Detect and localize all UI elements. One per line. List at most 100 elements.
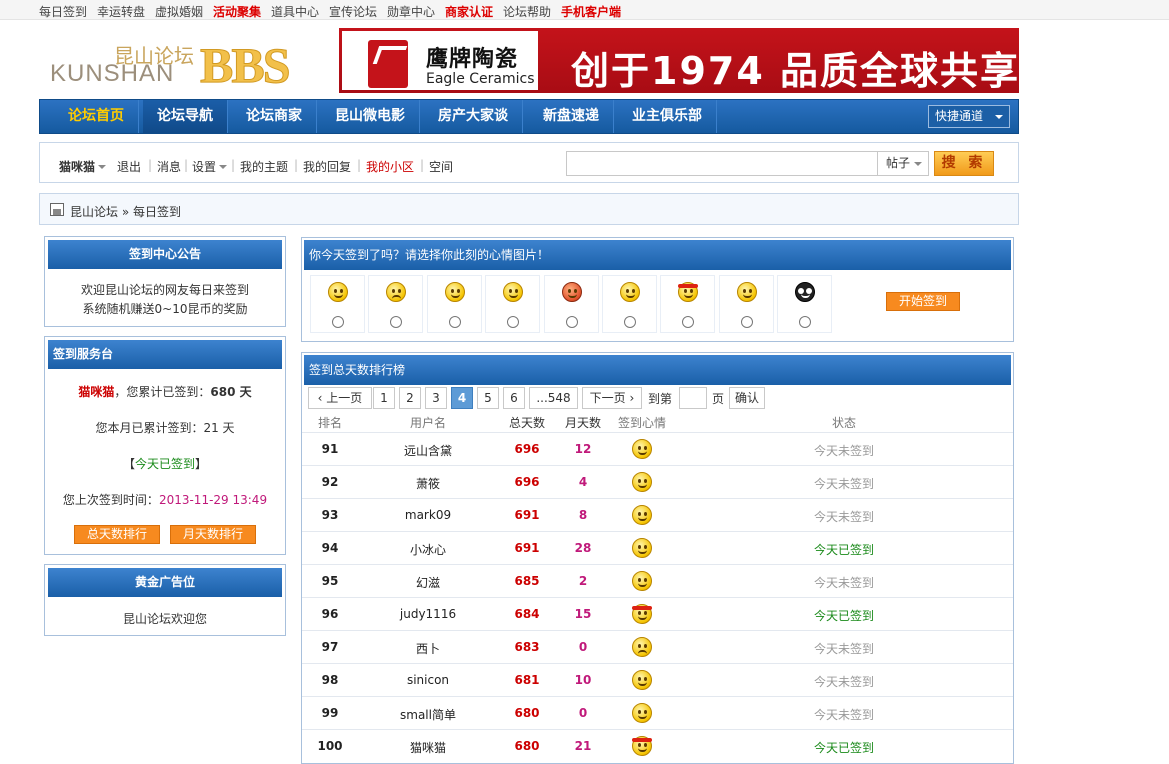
mood-option[interactable] bbox=[310, 275, 365, 333]
mood-radio[interactable] bbox=[799, 316, 812, 328]
last-page-button[interactable]: ...548 bbox=[529, 387, 578, 409]
my-replies-link[interactable]: 我的回复 bbox=[303, 158, 351, 175]
goto-page-input[interactable] bbox=[679, 387, 707, 409]
start-signin-button[interactable]: 开始签到 bbox=[886, 292, 960, 311]
month-ranking-button[interactable]: 月天数排行 bbox=[170, 525, 256, 544]
page-button[interactable]: 2 bbox=[399, 387, 421, 409]
search-type-select[interactable]: 帖子 bbox=[878, 151, 929, 176]
mood-option[interactable] bbox=[543, 275, 599, 333]
smile-icon bbox=[632, 571, 652, 591]
username-menu[interactable]: 猫咪猫 bbox=[59, 158, 107, 175]
ad-title: 黄金广告位 bbox=[48, 568, 282, 597]
confirm-page-button[interactable]: 确认 bbox=[729, 387, 765, 409]
rank-cell: 94 bbox=[321, 541, 339, 555]
notice-box: 签到中心公告 欢迎昆山论坛的网友每日来签到 系统随机赚送0~10昆币的奖励 bbox=[44, 236, 286, 327]
ranking-row: 96 judy1116 684 15 今天已签到 bbox=[302, 597, 1013, 630]
ranking-row: 97 西卜 683 0 今天未签到 bbox=[302, 630, 1013, 663]
space-link[interactable]: 空间 bbox=[429, 158, 453, 175]
mood-option[interactable] bbox=[660, 275, 716, 333]
nav-item-home[interactable]: 论坛首页 bbox=[54, 100, 139, 133]
home-icon[interactable] bbox=[50, 203, 64, 216]
quick-access-dropdown[interactable]: 快捷通道 bbox=[928, 105, 1010, 128]
top-link[interactable]: 每日签到 bbox=[39, 3, 87, 20]
next-page-button[interactable]: 下一页 › bbox=[582, 387, 642, 409]
top-link[interactable]: 勋章中心 bbox=[387, 3, 435, 20]
mood-radio[interactable] bbox=[332, 316, 344, 328]
username-cell[interactable]: 远山含黛 bbox=[378, 442, 478, 459]
nav-item-owners-club[interactable]: 业主俱乐部 bbox=[618, 100, 717, 133]
caret-down-icon bbox=[914, 162, 922, 166]
nav-item-merchants[interactable]: 论坛商家 bbox=[232, 100, 317, 133]
prev-page-button[interactable]: ‹ 上一页 bbox=[308, 387, 372, 409]
page-button[interactable]: 1 bbox=[373, 387, 395, 409]
mood-option[interactable] bbox=[718, 275, 774, 333]
my-district-link[interactable]: 我的小区 bbox=[366, 158, 414, 175]
sleepy-icon bbox=[503, 282, 524, 302]
fighting-icon bbox=[632, 604, 652, 624]
nav-item-realestate[interactable]: 房产大家谈 bbox=[424, 100, 523, 133]
mood-option[interactable] bbox=[777, 275, 833, 333]
divider: | bbox=[294, 158, 299, 172]
logout-link[interactable]: 退出 bbox=[117, 158, 141, 175]
username-cell[interactable]: sinicon bbox=[378, 673, 478, 687]
nav-item-guide[interactable]: 论坛导航 bbox=[143, 100, 228, 133]
nav-item-new-homes[interactable]: 新盘速递 bbox=[529, 100, 614, 133]
mood-option[interactable] bbox=[426, 275, 482, 333]
mood-radio[interactable] bbox=[565, 316, 578, 328]
breadcrumb-home[interactable]: 昆山论坛 bbox=[70, 205, 118, 219]
top-link[interactable]: 虚拟婚姻 bbox=[155, 3, 203, 20]
username-cell[interactable]: 猫咪猫 bbox=[378, 739, 478, 756]
status-cell: 今天未签到 bbox=[813, 444, 874, 458]
site-logo[interactable]: 昆山论坛 KUNSHAN BBS bbox=[48, 37, 310, 94]
current-page-button[interactable]: 4 bbox=[451, 387, 473, 409]
caret-down-icon bbox=[98, 165, 107, 169]
search-button[interactable]: 搜 索 bbox=[934, 151, 994, 176]
total-days-text: 猫咪猫，您累计已签到：680 天 bbox=[45, 383, 285, 400]
page-button[interactable]: 3 bbox=[425, 387, 447, 409]
total-days: 680 天 bbox=[210, 385, 252, 399]
username-cell[interactable]: judy1116 bbox=[378, 607, 478, 621]
top-link[interactable]: 活动聚集 bbox=[213, 3, 261, 20]
mood-radio[interactable] bbox=[507, 316, 520, 328]
service-title: 签到服务台 bbox=[48, 340, 282, 369]
messages-link[interactable]: 消息 bbox=[157, 158, 181, 175]
mood-radio[interactable] bbox=[390, 316, 403, 328]
goto-prefix: 到第 bbox=[648, 392, 673, 406]
mood-radio[interactable] bbox=[682, 316, 695, 328]
chevron-down-icon bbox=[995, 115, 1003, 119]
username-cell[interactable]: 西卜 bbox=[378, 640, 478, 657]
total-ranking-button[interactable]: 总天数排行 bbox=[74, 525, 160, 544]
username-cell[interactable]: mark09 bbox=[378, 508, 478, 522]
mood-radio[interactable] bbox=[448, 316, 461, 328]
total-days-cell: 691 bbox=[514, 541, 540, 555]
page-button[interactable]: 6 bbox=[503, 387, 525, 409]
top-link[interactable]: 宣传论坛 bbox=[329, 3, 377, 20]
mood-option[interactable] bbox=[602, 275, 657, 333]
top-link[interactable]: 道具中心 bbox=[271, 3, 319, 20]
my-threads-link[interactable]: 我的主题 bbox=[240, 158, 288, 175]
logo-en: KUNSHAN bbox=[50, 60, 175, 87]
quick-access-label: 快捷通道 bbox=[935, 109, 984, 123]
settings-menu[interactable]: 设置 bbox=[192, 158, 228, 175]
mood-option[interactable] bbox=[485, 275, 541, 333]
page-button[interactable]: 5 bbox=[477, 387, 499, 409]
username-cell[interactable]: 幻滋 bbox=[378, 574, 478, 591]
username-cell[interactable]: 小冰心 bbox=[378, 541, 478, 558]
total-days-cell: 683 bbox=[514, 640, 540, 654]
username-cell[interactable]: 萧筱 bbox=[378, 475, 478, 492]
username-cell[interactable]: small简单 bbox=[378, 706, 478, 723]
ad-banner[interactable]: 鹰牌陶瓷 Eagle Ceramics 创于1974 品质全球共享 bbox=[339, 28, 1019, 93]
total-days-cell: 680 bbox=[514, 706, 540, 720]
goto-suffix: 页 bbox=[712, 392, 725, 406]
crying-icon bbox=[444, 282, 465, 302]
nav-item-micro-film[interactable]: 昆山微电影 bbox=[321, 100, 420, 133]
mood-option[interactable] bbox=[368, 275, 424, 333]
search-input[interactable] bbox=[566, 151, 878, 176]
top-link[interactable]: 手机客户端 bbox=[561, 3, 621, 20]
mood-radio[interactable] bbox=[740, 316, 753, 328]
top-link[interactable]: 论坛帮助 bbox=[503, 3, 551, 20]
top-link[interactable]: 幸运转盘 bbox=[97, 3, 145, 20]
total-days-cell: 685 bbox=[514, 574, 540, 588]
top-link[interactable]: 商家认证 bbox=[445, 3, 493, 20]
mood-radio[interactable] bbox=[624, 316, 636, 328]
